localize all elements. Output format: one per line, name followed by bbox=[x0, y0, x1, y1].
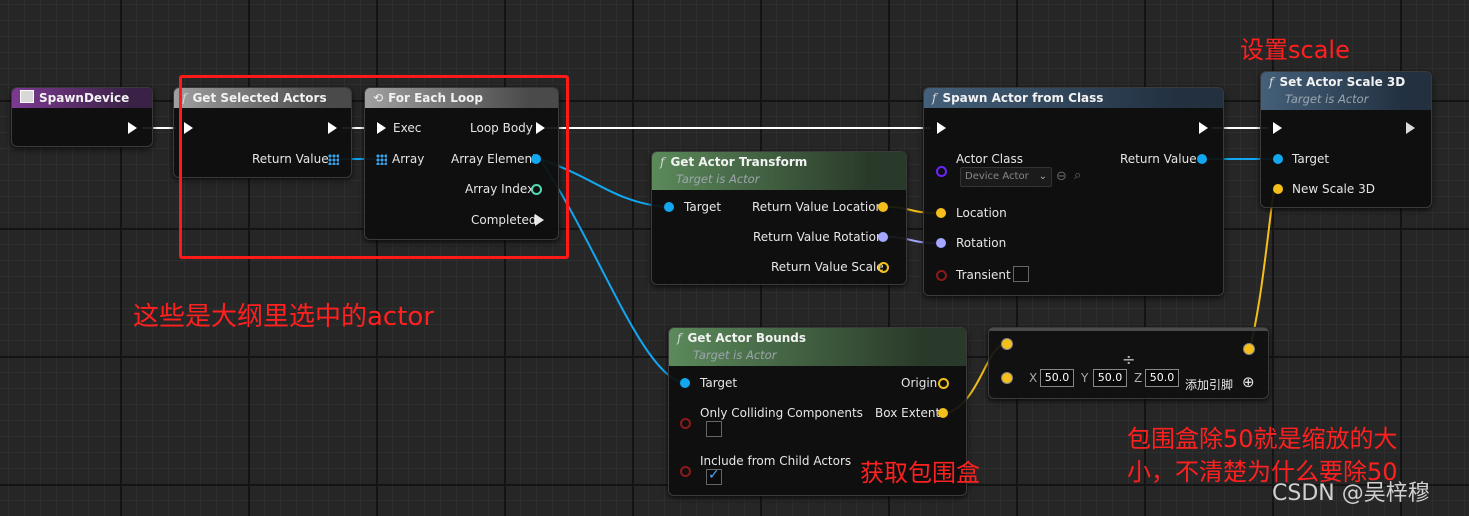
spawn-device-exec-out[interactable] bbox=[128, 122, 137, 134]
browse-search-icon[interactable]: ⌕ bbox=[1074, 168, 1081, 183]
location-label: Location bbox=[956, 206, 1007, 220]
actor-class-label: Actor Class bbox=[956, 152, 1023, 166]
annotation-divide-line1: 包围盒除50就是缩放的大 bbox=[1127, 425, 1398, 453]
rotation-label: Rotation bbox=[956, 236, 1007, 250]
set-scale-exec-out[interactable] bbox=[1406, 122, 1415, 134]
annotation-selected-actors: 这些是大纲里选中的actor bbox=[133, 302, 435, 332]
divide-input-b-pin[interactable] bbox=[1001, 372, 1013, 384]
function-icon: f bbox=[1269, 75, 1274, 89]
spawn-actor-exec-in[interactable] bbox=[937, 122, 946, 134]
vector-wire bbox=[1249, 188, 1275, 349]
y-input[interactable]: 50.0 bbox=[1093, 369, 1127, 387]
transient-label: Transient bbox=[956, 268, 1011, 282]
annotation-get-bounds: 获取包围盒 bbox=[860, 459, 980, 487]
include-child-pin[interactable] bbox=[680, 466, 691, 477]
spawn-device-header[interactable]: SpawnDevice bbox=[12, 88, 152, 108]
set-actor-scale-title: Set Actor Scale 3D bbox=[1279, 75, 1406, 89]
bounds-target-label: Target bbox=[700, 376, 738, 390]
watermark: CSDN @吴梓穆 bbox=[1272, 481, 1430, 506]
add-pin-label[interactable]: 添加引脚 bbox=[1185, 376, 1233, 393]
spawn-actor-return-label: Return Value bbox=[1120, 152, 1197, 166]
set-scale-target-label: Target bbox=[1292, 152, 1330, 166]
z-input[interactable]: 50.0 bbox=[1145, 369, 1179, 387]
only-colliding-pin[interactable] bbox=[680, 418, 691, 429]
only-colliding-label: Only Colliding Components bbox=[700, 406, 863, 420]
function-icon: f bbox=[932, 91, 937, 105]
return-value-scale-label: Return Value Scale bbox=[771, 260, 884, 274]
spawn-actor-header[interactable]: f Spawn Actor from Class bbox=[924, 88, 1223, 108]
selection-highlight-box bbox=[179, 75, 569, 259]
return-scale-pin[interactable] bbox=[878, 262, 889, 273]
transient-checkbox[interactable] bbox=[1013, 266, 1029, 282]
get-actor-transform-subtitle: Target is Actor bbox=[676, 172, 760, 186]
location-pin[interactable] bbox=[936, 208, 946, 218]
spawn-actor-node[interactable]: f Spawn Actor from Class bbox=[923, 87, 1224, 296]
chevron-down-icon: ⌄ bbox=[1038, 171, 1047, 182]
only-colliding-checkbox[interactable] bbox=[706, 421, 722, 437]
get-actor-transform-header[interactable]: f Get Actor Transform Target is Actor bbox=[652, 152, 906, 190]
add-pin-icon[interactable]: ⊕ bbox=[1242, 373, 1255, 391]
z-label: Z bbox=[1134, 371, 1143, 385]
y-label: Y bbox=[1081, 371, 1089, 385]
spawn-actor-return-pin[interactable] bbox=[1197, 154, 1207, 164]
x-label: X bbox=[1029, 371, 1038, 385]
function-icon: f bbox=[660, 155, 665, 169]
spawn-device-title: SpawnDevice bbox=[39, 91, 130, 105]
new-scale-pin[interactable] bbox=[1273, 184, 1283, 194]
origin-pin[interactable] bbox=[938, 378, 949, 389]
include-child-checkbox[interactable] bbox=[706, 467, 722, 485]
actor-class-dropdown[interactable]: Device Actor ⌄ bbox=[960, 167, 1052, 187]
function-icon: f bbox=[677, 331, 682, 345]
origin-label: Origin bbox=[901, 376, 938, 390]
new-scale-label: New Scale 3D bbox=[1292, 182, 1375, 196]
set-scale-target-pin[interactable] bbox=[1273, 154, 1283, 164]
get-actor-bounds-subtitle: Target is Actor bbox=[693, 348, 777, 362]
rotation-pin[interactable] bbox=[936, 238, 946, 248]
get-actor-transform-title: Get Actor Transform bbox=[670, 155, 808, 169]
spawn-device-node[interactable]: SpawnDevice bbox=[11, 87, 153, 147]
divide-input-a-pin[interactable] bbox=[1001, 338, 1013, 350]
set-actor-scale-subtitle: Target is Actor bbox=[1285, 92, 1369, 106]
return-location-pin[interactable] bbox=[878, 202, 888, 212]
get-actor-bounds-title: Get Actor Bounds bbox=[687, 331, 807, 345]
divide-output-pin[interactable] bbox=[1243, 343, 1255, 355]
set-scale-exec-in[interactable] bbox=[1273, 122, 1282, 134]
get-transform-target-label: Target bbox=[684, 200, 722, 214]
use-selected-icon[interactable]: ⊖ bbox=[1056, 169, 1067, 184]
bounds-target-pin[interactable] bbox=[680, 378, 690, 388]
get-transform-target-pin[interactable] bbox=[664, 202, 674, 212]
actor-class-value: Device Actor bbox=[965, 171, 1029, 182]
return-rotation-pin[interactable] bbox=[878, 232, 888, 242]
annotation-set-scale: 设置scale bbox=[1240, 36, 1350, 64]
x-input[interactable]: 50.0 bbox=[1040, 369, 1074, 387]
return-value-rotation-label: Return Value Rotation bbox=[753, 230, 884, 244]
set-actor-scale-header[interactable]: f Set Actor Scale 3D Target is Actor bbox=[1261, 72, 1431, 110]
spawn-actor-title: Spawn Actor from Class bbox=[942, 91, 1104, 105]
actor-class-pin[interactable] bbox=[936, 166, 947, 177]
divide-operator-icon: ÷ bbox=[1122, 350, 1136, 369]
get-actor-bounds-header[interactable]: f Get Actor Bounds Target is Actor bbox=[669, 328, 966, 366]
spawn-actor-exec-out[interactable] bbox=[1199, 122, 1208, 134]
custom-event-icon bbox=[20, 90, 34, 103]
box-extent-pin[interactable] bbox=[938, 408, 948, 418]
return-value-location-label: Return Value Location bbox=[752, 200, 884, 214]
transient-pin[interactable] bbox=[936, 270, 947, 281]
box-extent-label: Box Extent bbox=[875, 406, 941, 420]
include-child-label: Include from Child Actors bbox=[700, 454, 852, 468]
